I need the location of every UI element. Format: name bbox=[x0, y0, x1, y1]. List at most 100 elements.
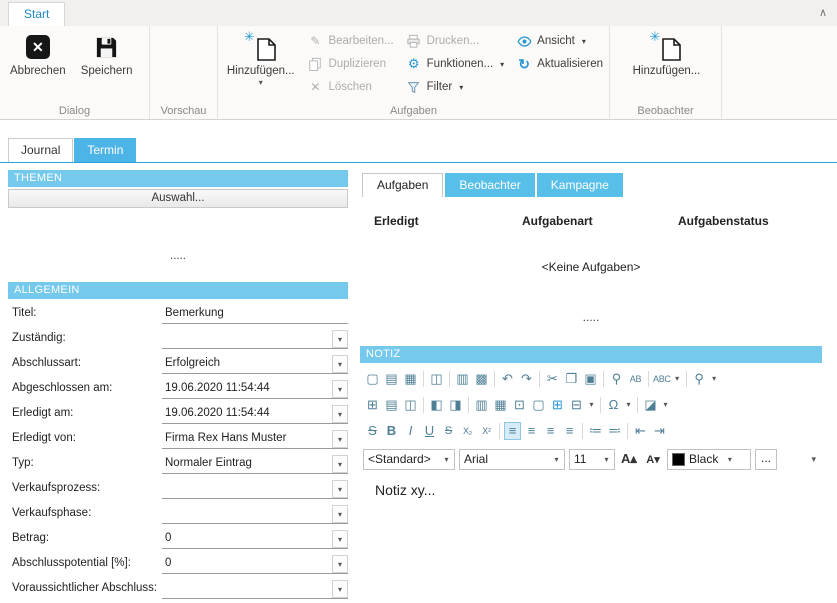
tab-kampagne[interactable]: Kampagne bbox=[537, 173, 623, 197]
dropdown-arrow-icon[interactable]: ▾ bbox=[332, 580, 348, 598]
insert-column-icon[interactable]: ◧ bbox=[428, 396, 445, 414]
dropdown-arrow-icon[interactable]: ▾ bbox=[332, 330, 348, 348]
ansicht-button[interactable]: Ansicht ▾ bbox=[514, 31, 605, 51]
dropdown-arrow-icon[interactable]: ▾ bbox=[459, 83, 463, 92]
font-size-select[interactable]: 11 ▾ bbox=[569, 449, 615, 470]
field-combo[interactable]: ▾ bbox=[162, 579, 348, 599]
speichern-button[interactable]: Speichern bbox=[76, 29, 138, 103]
field-combo[interactable]: ▾ bbox=[162, 479, 348, 499]
copy-icon[interactable]: ❒ bbox=[563, 370, 580, 388]
dropdown-arrow-icon[interactable]: ▾ bbox=[332, 355, 348, 373]
field-combo[interactable]: 0▾ bbox=[162, 529, 348, 549]
bold-icon[interactable]: B bbox=[383, 422, 400, 440]
superscript-icon[interactable]: X² bbox=[478, 422, 495, 440]
collapse-ribbon-icon[interactable]: ∧ bbox=[819, 6, 827, 19]
dropdown-arrow-icon[interactable]: ▾ bbox=[332, 430, 348, 448]
dropdown-arrow-icon[interactable]: ▾ bbox=[710, 370, 719, 388]
table-properties-icon[interactable]: ▤ bbox=[383, 396, 400, 414]
special-character-icon[interactable]: Ω bbox=[605, 396, 622, 414]
insert-table-icon[interactable]: ⊞ bbox=[364, 396, 381, 414]
print-options-icon[interactable]: ▩ bbox=[473, 370, 490, 388]
new-document-icon[interactable]: ▢ bbox=[364, 370, 381, 388]
save-document-icon[interactable]: ▦ bbox=[402, 370, 419, 388]
loeschen-button[interactable]: ✕ Löschen bbox=[305, 77, 395, 97]
font-color-select[interactable]: Black ▾ bbox=[667, 449, 751, 470]
zoom-icon[interactable]: ⚲ bbox=[691, 370, 708, 388]
funktionen-button[interactable]: ⚙ Funktionen... ▾ bbox=[404, 54, 507, 74]
preview-icon[interactable]: ◫ bbox=[428, 370, 445, 388]
dropdown-arrow-icon[interactable]: ▾ bbox=[587, 396, 596, 414]
field-combo[interactable]: ▾ bbox=[162, 329, 348, 349]
tab-journal[interactable]: Journal bbox=[8, 138, 73, 162]
replace-font-icon[interactable]: AB bbox=[627, 370, 644, 388]
subscript-icon[interactable]: X₂ bbox=[459, 422, 476, 440]
find-icon[interactable]: ⚲ bbox=[608, 370, 625, 388]
indent-icon[interactable]: ⇥ bbox=[651, 422, 668, 440]
dropdown-arrow-icon[interactable]: ▾ bbox=[332, 505, 348, 523]
field-combo[interactable]: Firma Rex Hans Muster▾ bbox=[162, 429, 348, 449]
align-justify-icon[interactable]: ≡ bbox=[561, 422, 578, 440]
align-left-icon[interactable]: ≡ bbox=[504, 422, 521, 440]
dropdown-arrow-icon[interactable]: ▾ bbox=[259, 80, 263, 86]
bearbeiten-button[interactable]: ✎ Bearbeiten... bbox=[305, 31, 395, 51]
bullet-list-icon[interactable]: ≔ bbox=[587, 422, 604, 440]
shrink-font-button[interactable]: A▾ bbox=[643, 449, 663, 470]
tab-termin[interactable]: Termin bbox=[74, 138, 136, 162]
drucken-button[interactable]: Drucken... bbox=[404, 31, 507, 51]
outer-border-icon[interactable]: ▢ bbox=[530, 396, 547, 414]
no-borders-icon[interactable]: ⊟ bbox=[568, 396, 585, 414]
underline-icon[interactable]: U bbox=[421, 422, 438, 440]
filter-button[interactable]: Filter ▾ bbox=[404, 77, 507, 97]
tab-aufgaben[interactable]: Aufgaben bbox=[362, 173, 443, 197]
dropdown-arrow-icon[interactable]: ▾ bbox=[439, 450, 454, 469]
dropdown-arrow-icon[interactable]: ▾ bbox=[500, 60, 504, 69]
strikethrough-small-icon[interactable]: S bbox=[440, 422, 457, 440]
strikethrough-icon[interactable]: S bbox=[364, 422, 381, 440]
toolbar-overflow-icon[interactable]: ▾ bbox=[811, 454, 816, 465]
duplizieren-button[interactable]: Duplizieren bbox=[305, 54, 395, 74]
dropdown-arrow-icon[interactable]: ▾ bbox=[332, 530, 348, 548]
insert-row-icon[interactable]: ◨ bbox=[447, 396, 464, 414]
print-icon[interactable]: ▥ bbox=[454, 370, 471, 388]
dropdown-arrow-icon[interactable]: ▾ bbox=[722, 450, 737, 469]
field-combo[interactable]: 19.06.2020 11:54:44▾ bbox=[162, 379, 348, 399]
abbrechen-button[interactable]: ✕ Abbrechen bbox=[6, 29, 70, 103]
dropdown-arrow-icon[interactable]: ▾ bbox=[332, 455, 348, 473]
align-center-icon[interactable]: ≡ bbox=[523, 422, 540, 440]
dropdown-arrow-icon[interactable]: ▾ bbox=[332, 405, 348, 423]
dropdown-arrow-icon[interactable]: ▾ bbox=[332, 555, 348, 573]
numbered-list-icon[interactable]: ≕ bbox=[606, 422, 623, 440]
field-input[interactable]: Bemerkung bbox=[162, 304, 348, 324]
undo-icon[interactable]: ↶ bbox=[499, 370, 516, 388]
cut-icon[interactable]: ✂ bbox=[544, 370, 561, 388]
paragraph-style-select[interactable]: <Standard> ▾ bbox=[363, 449, 455, 470]
tab-beobachter[interactable]: Beobachter bbox=[445, 173, 534, 197]
inner-borders-icon[interactable]: ⊡ bbox=[511, 396, 528, 414]
font-family-select[interactable]: Arial ▾ bbox=[459, 449, 565, 470]
dropdown-arrow-icon[interactable]: ▾ bbox=[673, 370, 682, 388]
all-borders-icon[interactable]: ⊞ bbox=[549, 396, 566, 414]
dropdown-arrow-icon[interactable]: ▾ bbox=[332, 480, 348, 498]
open-document-icon[interactable]: ▤ bbox=[383, 370, 400, 388]
auswahl-button[interactable]: Auswahl... bbox=[8, 189, 348, 208]
field-combo[interactable]: Erfolgreich▾ bbox=[162, 354, 348, 374]
align-right-icon[interactable]: ≡ bbox=[542, 422, 559, 440]
field-combo[interactable]: Normaler Eintrag▾ bbox=[162, 454, 348, 474]
dropdown-arrow-icon[interactable]: ▾ bbox=[599, 450, 614, 469]
dropdown-arrow-icon[interactable]: ▾ bbox=[332, 380, 348, 398]
beobachter-hinzufuegen-button[interactable]: ✳ Hinzufügen... bbox=[629, 29, 705, 103]
dropdown-arrow-icon[interactable]: ▾ bbox=[582, 37, 586, 46]
paste-icon[interactable]: ▣ bbox=[582, 370, 599, 388]
spellcheck-icon[interactable]: ABC bbox=[653, 370, 671, 388]
field-combo[interactable]: 0▾ bbox=[162, 554, 348, 574]
field-combo[interactable]: 19.06.2020 11:54:44▾ bbox=[162, 404, 348, 424]
aktualisieren-button[interactable]: ↻ Aktualisieren bbox=[514, 54, 605, 74]
italic-icon[interactable]: I bbox=[402, 422, 419, 440]
field-combo[interactable]: ▾ bbox=[162, 504, 348, 524]
dropdown-arrow-icon[interactable]: ▾ bbox=[661, 396, 670, 414]
dropdown-arrow-icon[interactable]: ▾ bbox=[624, 396, 633, 414]
split-cells-icon[interactable]: ◫ bbox=[402, 396, 419, 414]
note-editor-text[interactable]: Notiz xy... bbox=[375, 482, 435, 498]
row-properties-icon[interactable]: ▥ bbox=[473, 396, 490, 414]
more-colors-button[interactable]: ... bbox=[755, 449, 777, 470]
